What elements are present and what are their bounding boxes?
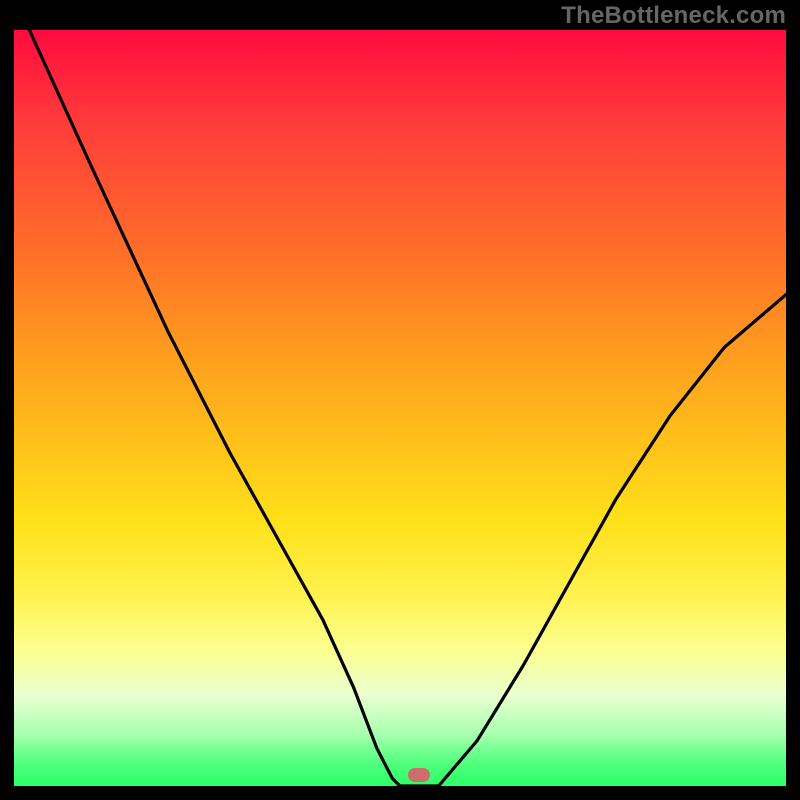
chart-frame: TheBottleneck.com bbox=[0, 0, 800, 800]
bottleneck-curve bbox=[14, 30, 786, 786]
optimal-point-marker bbox=[408, 768, 430, 782]
plot-area bbox=[14, 30, 786, 786]
watermark-label: TheBottleneck.com bbox=[561, 2, 786, 30]
curve-path bbox=[29, 30, 786, 786]
